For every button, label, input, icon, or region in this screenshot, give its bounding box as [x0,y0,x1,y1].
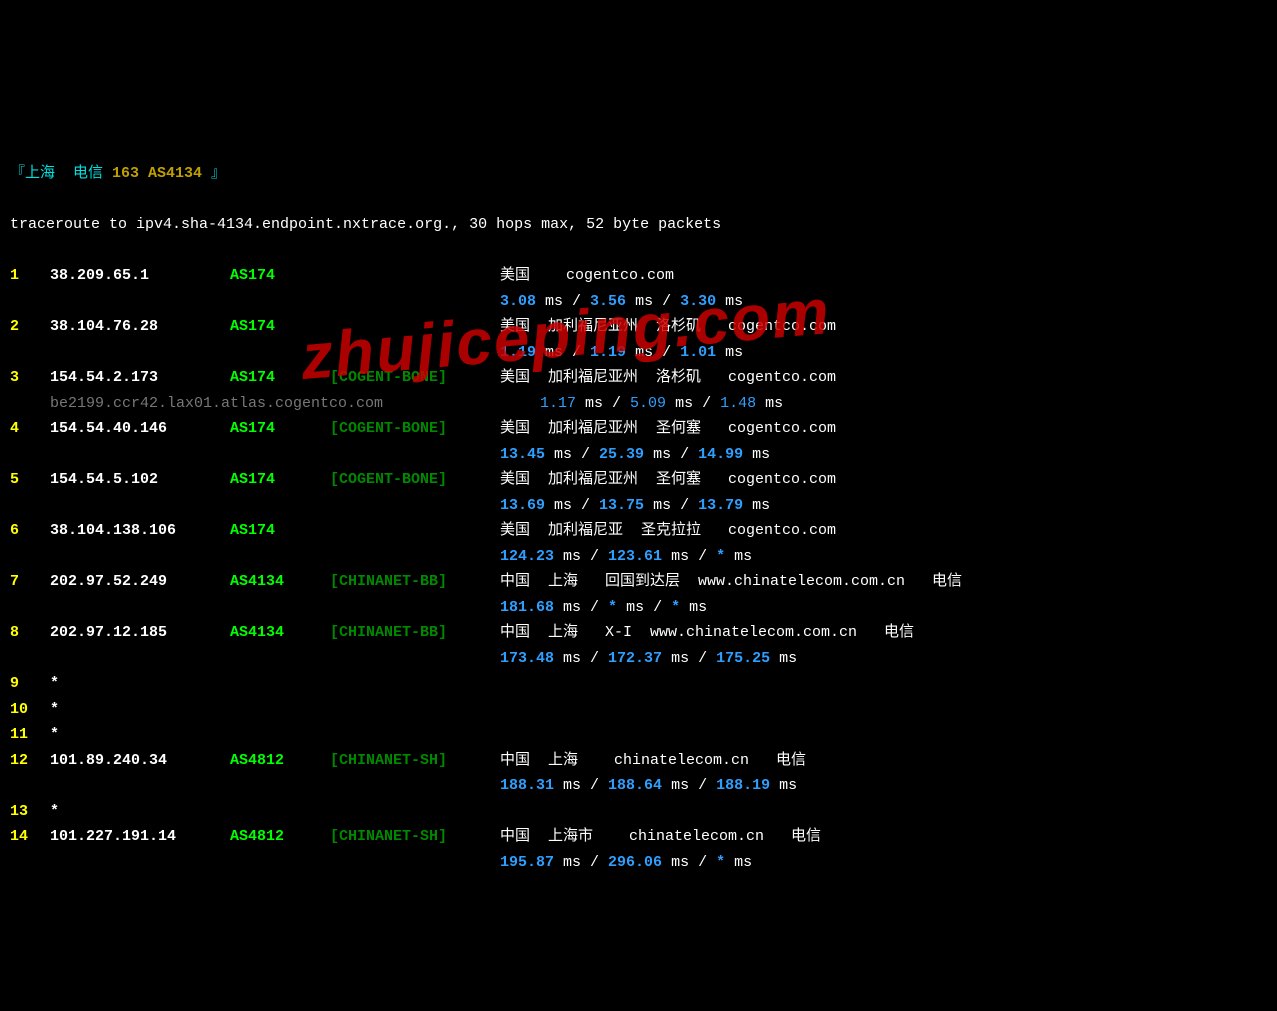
hop-row-timeout: 9* [10,671,1267,697]
hop-number: 11 [10,722,50,748]
hop-asn: AS174 [230,416,330,442]
hop-latency: 124.23 ms / 123.61 ms / * ms [10,544,1267,570]
hop-tag [330,263,500,289]
hop-location: 美国 加利福尼亚州 洛杉矶 cogentco.com [500,365,1267,391]
hop-asn: AS4134 [230,569,330,595]
hop-asn: AS174 [230,518,330,544]
hop-asn: AS4812 [230,824,330,850]
hop-number: 8 [10,620,50,646]
hop-latency: 13.69 ms / 13.75 ms / 13.79 ms [10,493,1267,519]
hop-location: 中国 上海市 chinatelecom.cn 电信 [500,824,1267,850]
hop-row: 3154.54.2.173AS174[COGENT-BONE]美国 加利福尼亚州… [10,365,1267,391]
hop-latency: 3.08 ms / 3.56 ms / 3.30 ms [10,289,1267,315]
hop-number: 10 [10,697,50,723]
hop-tag: [CHINANET-BB] [330,569,500,595]
hop-location: 美国 cogentco.com [500,263,1267,289]
hop-tag [330,518,500,544]
hop-ip: 38.104.76.28 [50,314,230,340]
hop-ip: * [50,799,230,825]
hop-ip: * [50,722,230,748]
hop-list: 138.209.65.1AS174美国 cogentco.com3.08 ms … [10,263,1267,875]
hop-ip: 38.104.138.106 [50,518,230,544]
hop-row-timeout: 13* [10,799,1267,825]
hop-ip: * [50,697,230,723]
hop-row: 12101.89.240.34AS4812[CHINANET-SH]中国 上海 … [10,748,1267,774]
hop-location: 美国 加利福尼亚州 洛杉矶 cogentco.com [500,314,1267,340]
hop-row: 5154.54.5.102AS174[COGENT-BONE]美国 加利福尼亚州… [10,467,1267,493]
hop-tag [330,314,500,340]
hop-latency: 188.31 ms / 188.64 ms / 188.19 ms [10,773,1267,799]
hop-row: 8202.97.12.185AS4134[CHINANET-BB]中国 上海 X… [10,620,1267,646]
hop-asn: AS174 [230,365,330,391]
hop-latency: 1.17 ms / 5.09 ms / 1.48 ms [540,391,783,417]
hop-number: 6 [10,518,50,544]
hop-row: 138.209.65.1AS174 美国 cogentco.com [10,263,1267,289]
hop-latency: 195.87 ms / 296.06 ms / * ms [10,850,1267,876]
hop-ip: 154.54.40.146 [50,416,230,442]
hop-latency: 173.48 ms / 172.37 ms / 175.25 ms [10,646,1267,672]
hop-location: 中国 上海 X-I www.chinatelecom.com.cn 电信 [500,620,1267,646]
hop-latency: 181.68 ms / * ms / * ms [10,595,1267,621]
hop-asn: AS174 [230,314,330,340]
hop-number: 3 [10,365,50,391]
hop-ip: 202.97.12.185 [50,620,230,646]
hop-tag: [CHINANET-SH] [330,824,500,850]
hop-ip: * [50,671,230,697]
traceroute-command: traceroute to ipv4.sha-4134.endpoint.nxt… [10,212,1267,238]
hop-tag: [CHINANET-BB] [330,620,500,646]
hop-number: 14 [10,824,50,850]
hop-row: 14101.227.191.14AS4812[CHINANET-SH]中国 上海… [10,824,1267,850]
hop-row: 638.104.138.106AS174 美国 加利福尼亚 圣克拉拉 cogent… [10,518,1267,544]
hop-row: 4154.54.40.146AS174[COGENT-BONE]美国 加利福尼亚… [10,416,1267,442]
hop-number: 5 [10,467,50,493]
hop-row: 7202.97.52.249AS4134[CHINANET-BB]中国 上海 回… [10,569,1267,595]
hop-ip: 154.54.2.173 [50,365,230,391]
hop-tag: [COGENT-BONE] [330,416,500,442]
hop-location: 中国 上海 回国到达层 www.chinatelecom.com.cn 电信 [500,569,1267,595]
hop-row: 238.104.76.28AS174 美国 加利福尼亚州 洛杉矶 cogentco… [10,314,1267,340]
hop-ip: 101.227.191.14 [50,824,230,850]
hop-location: 美国 加利福尼亚 圣克拉拉 cogentco.com [500,518,1267,544]
hop-tag: [CHINANET-SH] [330,748,500,774]
hop-number: 7 [10,569,50,595]
hop-latency: 13.45 ms / 25.39 ms / 14.99 ms [10,442,1267,468]
hop-ip: 154.54.5.102 [50,467,230,493]
hop-asn: AS174 [230,263,330,289]
hop-row-timeout: 10* [10,697,1267,723]
hop-asn: AS174 [230,467,330,493]
hop-number: 4 [10,416,50,442]
hop-ip: 101.89.240.34 [50,748,230,774]
hop-asn: AS4812 [230,748,330,774]
hop-number: 13 [10,799,50,825]
hop-tag: [COGENT-BONE] [330,365,500,391]
hop-hostname: be2199.ccr42.lax01.atlas.cogentco.com [10,391,540,417]
hop-number: 1 [10,263,50,289]
hop-location: 美国 加利福尼亚州 圣何塞 cogentco.com [500,416,1267,442]
title-part-1: 上海 电信 [25,165,112,182]
hop-number: 2 [10,314,50,340]
hop-number: 9 [10,671,50,697]
hop-location: 中国 上海 chinatelecom.cn 电信 [500,748,1267,774]
hop-asn: AS4134 [230,620,330,646]
hop-latency: 1.19 ms / 1.19 ms / 1.01 ms [10,340,1267,366]
hop-detail-row: be2199.ccr42.lax01.atlas.cogentco.com1.1… [10,391,1267,417]
bracket-open: 『 [10,165,25,182]
title-part-2: 163 AS4134 [112,165,202,182]
route-title: 『上海 电信 163 AS4134 』 [10,161,1267,187]
hop-ip: 202.97.52.249 [50,569,230,595]
hop-ip: 38.209.65.1 [50,263,230,289]
hop-location: 美国 加利福尼亚州 圣何塞 cogentco.com [500,467,1267,493]
hop-row-timeout: 11* [10,722,1267,748]
hop-number: 12 [10,748,50,774]
bracket-close: 』 [202,165,226,182]
hop-tag: [COGENT-BONE] [330,467,500,493]
